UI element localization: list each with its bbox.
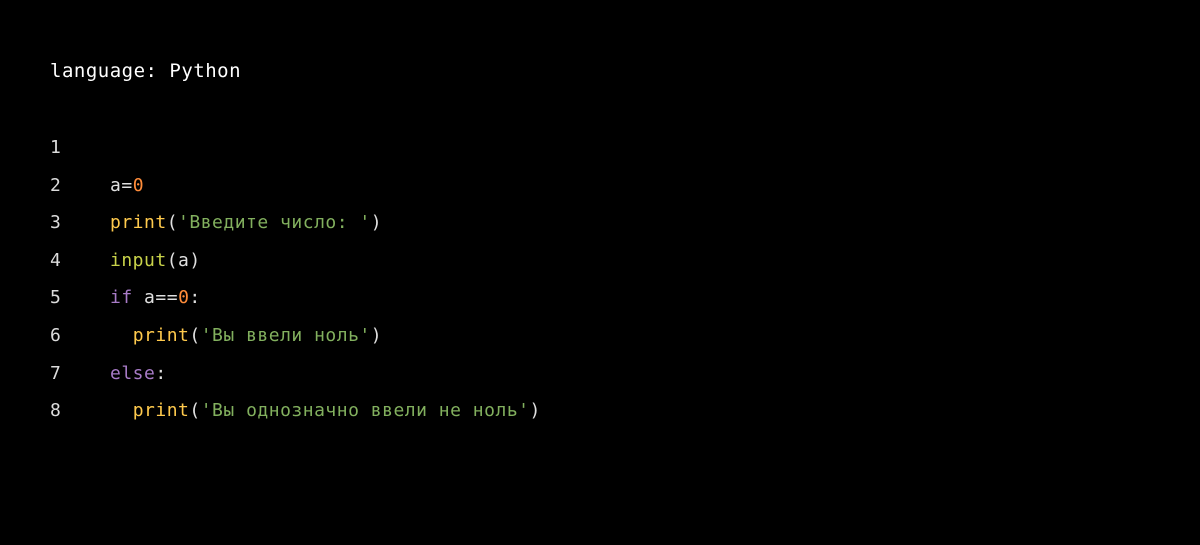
token-number: 0: [178, 287, 189, 308]
token-punct: (: [167, 250, 178, 271]
line-number: 3: [50, 212, 110, 234]
language-value: Python: [169, 60, 241, 82]
token-variable: a: [110, 175, 121, 196]
token-function: print: [133, 325, 190, 346]
token-indent: [110, 325, 133, 346]
token-number: 0: [133, 175, 144, 196]
code-content: if a==0:: [110, 287, 201, 309]
token-string: 'Введите число: ': [178, 212, 371, 233]
token-space: [133, 287, 144, 308]
token-keyword: else: [110, 363, 155, 384]
token-variable: a: [178, 250, 189, 271]
token-indent: [110, 400, 133, 421]
token-function: input: [110, 250, 167, 271]
token-punct: ): [371, 212, 382, 233]
code-line: 5 if a==0:: [50, 287, 1150, 309]
code-line: 8 print('Вы однозначно ввели не ноль'): [50, 400, 1150, 422]
code-block: 1 2 a=0 3 print('Введите число: ') 4 inp…: [50, 137, 1150, 422]
line-number: 4: [50, 250, 110, 272]
code-content: print('Вы ввели ноль'): [110, 325, 382, 347]
line-number: 6: [50, 325, 110, 347]
token-punct: :: [189, 287, 200, 308]
code-line: 1: [50, 137, 1150, 159]
token-punct: (: [167, 212, 178, 233]
token-string: 'Вы ввели ноль': [201, 325, 371, 346]
token-punct: :: [155, 363, 166, 384]
token-function: print: [110, 212, 167, 233]
token-keyword: if: [110, 287, 133, 308]
token-variable: a: [144, 287, 155, 308]
token-punct: ): [371, 325, 382, 346]
line-number: 7: [50, 363, 110, 385]
code-line: 2 a=0: [50, 175, 1150, 197]
language-label: language:: [50, 60, 169, 82]
token-punct: (: [189, 325, 200, 346]
token-punct: ): [530, 400, 541, 421]
token-string: 'Вы однозначно ввели не ноль': [201, 400, 530, 421]
token-punct: (: [189, 400, 200, 421]
token-punct: ): [189, 250, 200, 271]
line-number: 2: [50, 175, 110, 197]
code-content: a=0: [110, 175, 144, 197]
token-operator: =: [121, 175, 132, 196]
line-number: 1: [50, 137, 110, 159]
line-number: 8: [50, 400, 110, 422]
code-content: print('Вы однозначно ввели не ноль'): [110, 400, 541, 422]
code-content: print('Введите число: '): [110, 212, 382, 234]
token-function: print: [133, 400, 190, 421]
token-operator: ==: [155, 287, 178, 308]
code-line: 6 print('Вы ввели ноль'): [50, 325, 1150, 347]
code-line: 7 else:: [50, 363, 1150, 385]
line-number: 5: [50, 287, 110, 309]
code-line: 4 input(a): [50, 250, 1150, 272]
code-line: 3 print('Введите число: '): [50, 212, 1150, 234]
code-content: else:: [110, 363, 167, 385]
language-header: language: Python: [50, 60, 1150, 82]
code-content: input(a): [110, 250, 201, 272]
